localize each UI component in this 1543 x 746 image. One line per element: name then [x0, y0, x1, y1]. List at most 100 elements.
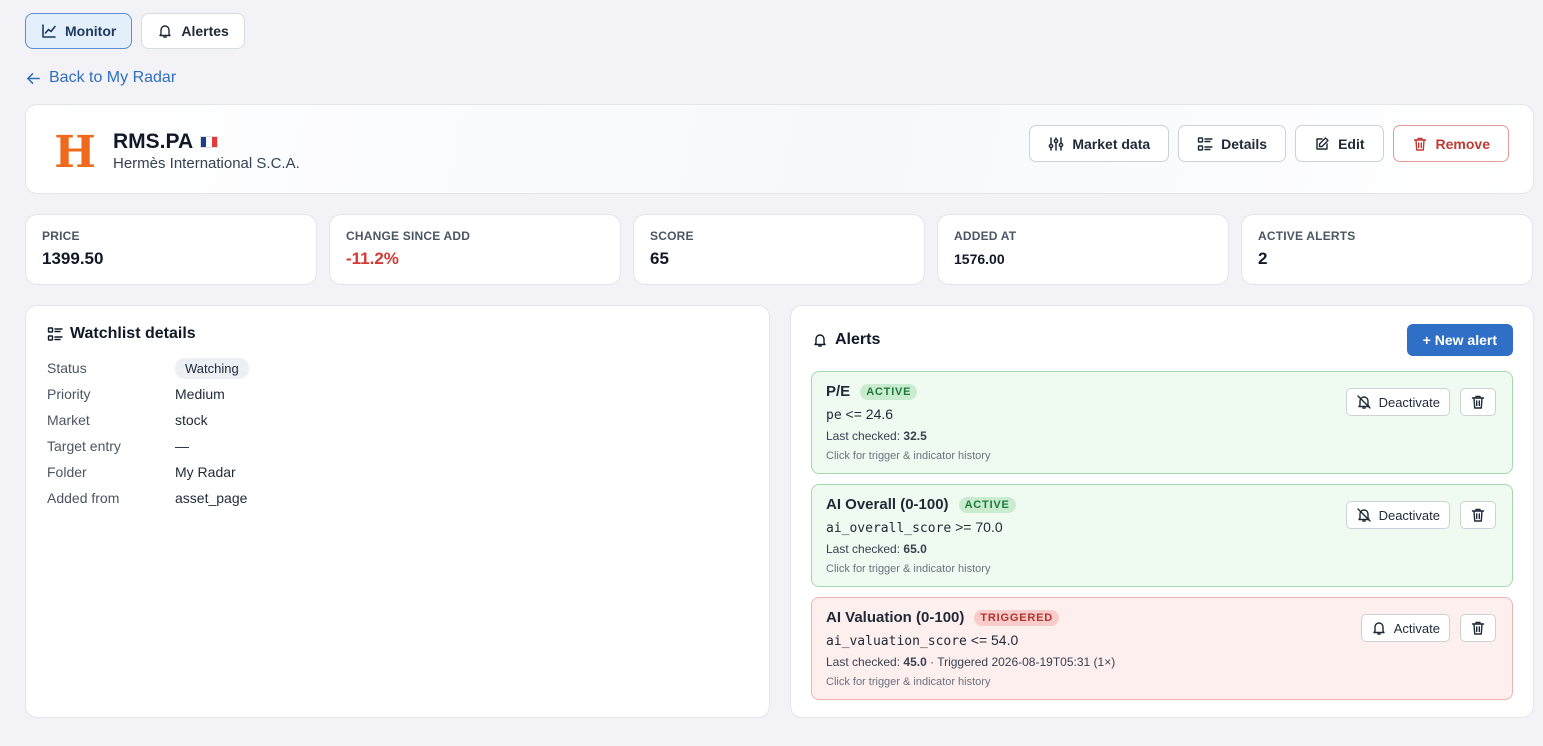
- alert-card[interactable]: AI Overall (0-100) ACTIVE ai_overall_sco…: [811, 484, 1513, 587]
- field-priority: Priority Medium: [47, 381, 748, 407]
- delete-alert-button[interactable]: [1460, 388, 1496, 416]
- stat-label: PRICE: [42, 229, 80, 243]
- stat-score: SCORE 65: [633, 214, 925, 285]
- alerts-title: Alerts: [812, 331, 880, 349]
- delete-alert-button[interactable]: [1460, 501, 1496, 529]
- stat-value: 2: [1258, 249, 1268, 268]
- field-value: stock: [175, 412, 208, 428]
- trash-icon: [1471, 621, 1485, 635]
- alerts-title-text: Alerts: [835, 331, 881, 348]
- bell-off-icon: [1356, 508, 1371, 522]
- bell-icon: [159, 25, 172, 38]
- watchlist-title: Watchlist details: [47, 325, 748, 343]
- alert-metric: pe: [826, 408, 842, 423]
- alert-name: P/E: [826, 383, 851, 400]
- alert-threshold: >= 70.0: [951, 519, 1003, 535]
- market-data-label: Market data: [1072, 135, 1151, 152]
- alert-history-hint: Click for trigger & indicator history: [826, 563, 991, 575]
- field-key: Added from: [47, 490, 120, 506]
- field-folder: Folder My Radar: [47, 459, 748, 485]
- asset-ticker: RMS.PA: [113, 130, 219, 154]
- svg-text:H: H: [54, 127, 96, 173]
- alert-last-checked: Last checked: 45.0 · Triggered 2026-08-1…: [826, 655, 1498, 669]
- remove-button[interactable]: Remove: [1392, 125, 1509, 162]
- field-key: Status: [47, 360, 87, 376]
- stat-active-alerts: ACTIVE ALERTS 2: [1241, 214, 1533, 285]
- details-label: Details: [1221, 135, 1268, 152]
- stat-label: ACTIVE ALERTS: [1258, 229, 1356, 243]
- alert-card[interactable]: P/E ACTIVE pe <= 24.6 Last checked: 32.5…: [811, 371, 1513, 474]
- last-checked-label: Last checked:: [826, 542, 904, 556]
- edit-label: Edit: [1338, 135, 1365, 152]
- alert-card[interactable]: AI Valuation (0-100) TRIGGERED ai_valuat…: [811, 597, 1513, 700]
- alert-actions: Deactivate: [1345, 501, 1496, 529]
- edit-icon: [1316, 136, 1329, 150]
- back-link-label: Back to My Radar: [49, 69, 177, 86]
- alert-history-hint: Click for trigger & indicator history: [826, 676, 991, 688]
- watchlist-title-text: Watchlist details: [70, 325, 196, 342]
- sliders-icon: [1048, 136, 1064, 151]
- alert-name: AI Overall (0-100): [826, 496, 949, 513]
- field-value: —: [175, 438, 189, 454]
- status-badge: ACTIVE: [860, 383, 918, 400]
- trash-icon: [1471, 395, 1485, 409]
- tab-alertes[interactable]: Alertes: [141, 13, 245, 49]
- activate-label: Activate: [1393, 620, 1440, 636]
- field-market: Market stock: [47, 407, 748, 433]
- alert-actions: Activate: [1360, 614, 1496, 642]
- watchlist-details-panel: Watchlist details Status Watching Priori…: [25, 305, 770, 718]
- field-key: Target entry: [47, 438, 121, 454]
- ticker-text: RMS.PA: [113, 130, 194, 153]
- status-badge: Watching: [175, 357, 249, 379]
- details-button[interactable]: Details: [1178, 125, 1287, 162]
- deactivate-button[interactable]: Deactivate: [1345, 388, 1450, 416]
- asset-header: H RMS.PA Hermès International S.C.A. Mar…: [25, 104, 1534, 194]
- arrow-left-icon: [27, 72, 40, 84]
- bell-icon: [1373, 622, 1385, 635]
- field-key: Folder: [47, 464, 87, 480]
- field-key: Priority: [47, 386, 91, 402]
- deactivate-button[interactable]: Deactivate: [1345, 501, 1450, 529]
- alert-threshold: <= 54.0: [966, 632, 1019, 648]
- asset-logo: H: [52, 127, 98, 173]
- top-tabs: Monitor Alertes: [25, 13, 245, 49]
- tab-monitor-label: Monitor: [65, 23, 117, 39]
- deactivate-label: Deactivate: [1378, 394, 1440, 410]
- stat-price: PRICE 1399.50: [25, 214, 317, 285]
- stat-value: 65: [650, 249, 669, 268]
- last-checked-label: Last checked:: [826, 429, 904, 443]
- tab-monitor[interactable]: Monitor: [25, 13, 133, 49]
- stat-added-at: ADDED AT 1576.00: [937, 214, 1229, 285]
- field-value: Medium: [175, 386, 225, 402]
- alert-actions: Deactivate: [1345, 388, 1496, 416]
- status-badge: ACTIVE: [958, 496, 1016, 513]
- bell-icon: [814, 334, 826, 347]
- tab-alertes-label: Alertes: [181, 23, 229, 39]
- trash-icon: [1413, 137, 1426, 151]
- alerts-panel: Alerts + New alert P/E ACTIVE pe <= 24.6…: [790, 305, 1534, 718]
- activate-button[interactable]: Activate: [1360, 614, 1450, 642]
- edit-button[interactable]: Edit: [1295, 125, 1384, 162]
- alert-last-checked: Last checked: 65.0: [826, 542, 1498, 556]
- last-checked-value: 45.0: [903, 655, 927, 669]
- delete-alert-button[interactable]: [1460, 614, 1496, 642]
- stat-label: ADDED AT: [954, 229, 1017, 243]
- alert-threshold: <= 24.6: [841, 406, 894, 422]
- list-details-icon: [47, 327, 63, 341]
- alert-metric: ai_valuation_score: [826, 634, 967, 649]
- status-badge: TRIGGERED: [974, 609, 1059, 626]
- stat-label: SCORE: [650, 229, 694, 243]
- france-flag-icon: [200, 136, 219, 148]
- header-actions: Market data Details Edit Remove: [1029, 125, 1509, 162]
- last-checked-value: 32.5: [903, 429, 927, 443]
- market-data-button[interactable]: Market data: [1029, 125, 1170, 162]
- line-chart-icon: [42, 24, 56, 38]
- last-checked-value: 65.0: [903, 542, 927, 556]
- remove-label: Remove: [1435, 135, 1490, 152]
- trash-icon: [1471, 508, 1485, 522]
- field-status: Status Watching: [47, 355, 748, 381]
- alert-last-checked: Last checked: 32.5: [826, 429, 1498, 443]
- list-details-icon: [1197, 136, 1213, 151]
- back-link[interactable]: Back to My Radar: [26, 69, 176, 87]
- new-alert-button[interactable]: + New alert: [1406, 324, 1513, 356]
